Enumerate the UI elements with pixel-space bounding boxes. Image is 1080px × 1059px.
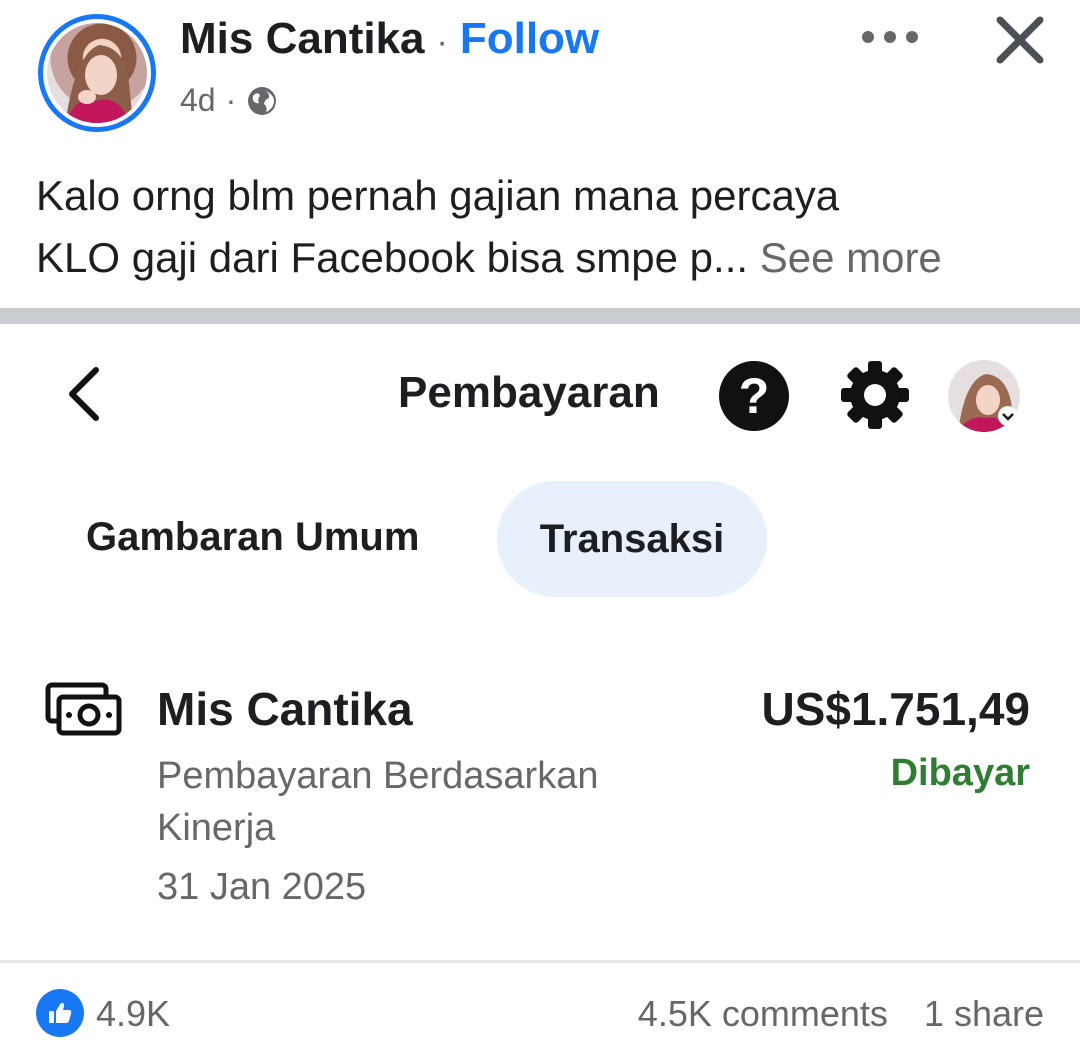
follow-button[interactable]: Follow <box>460 14 599 64</box>
caption-line-2-text: KLO gaji dari Facebook bisa smpe p... <box>36 234 749 281</box>
transaction-status: Dibayar <box>890 752 1030 794</box>
separator: · <box>436 23 448 61</box>
question-icon: ? <box>719 361 789 431</box>
meta-separator: · <box>225 82 237 118</box>
comments-count[interactable]: 4.5K comments <box>638 993 888 1034</box>
thumbs-up-glyph <box>49 1002 72 1023</box>
transaction-name: Mis Cantika <box>157 683 413 735</box>
money-icon <box>45 682 122 736</box>
close-icon[interactable] <box>990 10 1050 70</box>
like-count[interactable]: 4.9K <box>96 993 170 1035</box>
post-meta: 4d · <box>180 82 278 119</box>
see-more-link[interactable]: See more <box>760 234 942 281</box>
more-horizontal-icon[interactable] <box>858 22 922 52</box>
account-avatar <box>948 360 1020 432</box>
post-author-line: Mis Cantika · Follow <box>180 14 599 64</box>
chevron-left-icon <box>69 367 99 421</box>
caption-line-2: KLO gaji dari Facebook bisa smpe p... Se… <box>36 227 1051 289</box>
image-bottom-divider <box>0 960 1080 963</box>
tab-transactions-label: Transaksi <box>539 516 725 561</box>
gear-icon <box>841 361 909 429</box>
transaction-amount: US$1.751,49 <box>761 683 1030 735</box>
shares-count[interactable]: 1 share <box>924 993 1044 1034</box>
payments-title: Pembayaran <box>398 368 660 417</box>
post-time[interactable]: 4d <box>180 82 216 119</box>
engagement-counts: 4.5K comments 1 share <box>638 993 1044 1035</box>
tab-overview: Gambaran Umum <box>86 515 420 559</box>
thumbs-up-icon[interactable] <box>36 989 84 1037</box>
tab-transactions: Transaksi <box>497 481 767 597</box>
globe-icon <box>248 86 277 115</box>
avatar-photo <box>47 23 147 123</box>
image-top-divider <box>0 308 1080 324</box>
question-glyph: ? <box>738 368 770 424</box>
author-avatar[interactable] <box>38 14 156 132</box>
caption-line-1: Kalo orng blm pernah gajian mana percaya <box>36 172 840 219</box>
transaction-date: 31 Jan 2025 <box>157 866 367 908</box>
post-caption: Kalo orng blm pernah gajian mana percaya… <box>36 165 1051 289</box>
transaction-description: Pembayaran Berdasarkan Kinerja <box>157 755 599 849</box>
author-name[interactable]: Mis Cantika <box>180 14 425 64</box>
